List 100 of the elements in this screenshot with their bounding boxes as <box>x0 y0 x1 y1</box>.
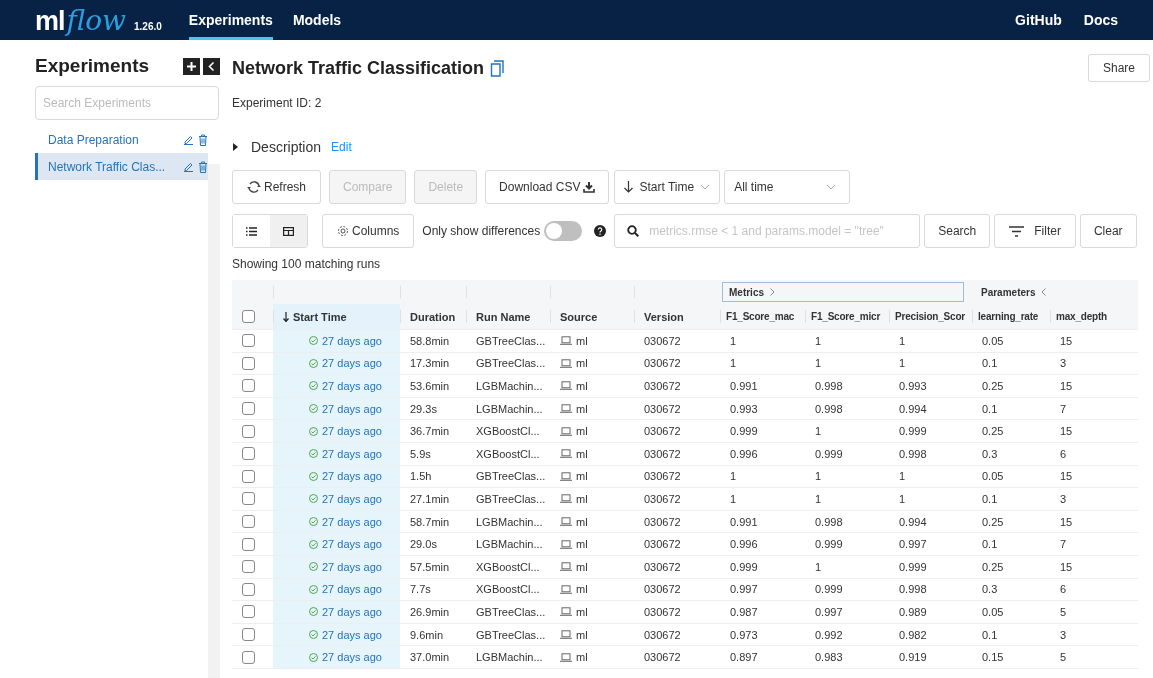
checkbox[interactable] <box>242 537 255 551</box>
run-name-link[interactable]: LGBMachin... <box>476 402 543 415</box>
run-name-link[interactable]: GBTreeClas... <box>476 357 546 370</box>
toolbar-button[interactable]: Refresh <box>232 170 322 204</box>
table-cell: 15 <box>1060 515 1073 528</box>
checkbox[interactable] <box>242 379 255 393</box>
nav-link[interactable]: GitHub <box>1015 12 1062 28</box>
logo-script[interactable]: flow <box>66 3 126 37</box>
run-name-link[interactable]: XGBoostCl... <box>476 447 540 460</box>
sort-select[interactable]: Start Time <box>614 170 721 204</box>
column-group-header[interactable]: Parameters <box>974 282 1048 302</box>
table-icon <box>283 226 294 236</box>
table-cell: 0.25 <box>982 515 1004 528</box>
nav-link[interactable]: Docs <box>1083 12 1118 28</box>
check-circle-icon <box>309 652 318 662</box>
checkbox[interactable] <box>242 424 255 438</box>
table-cell: 030672 <box>644 402 681 415</box>
table-cell: ml <box>576 560 588 573</box>
column-header[interactable]: max_depth <box>1056 311 1107 322</box>
search-field[interactable]: metrics.rmse < 1 and params.model = "tree" <box>614 214 921 248</box>
column-header[interactable]: learning_rate <box>978 311 1039 322</box>
check-circle-icon <box>309 539 318 549</box>
laptop-icon <box>560 584 572 594</box>
checkbox[interactable] <box>242 605 255 619</box>
run-name-link[interactable]: LGBMachin... <box>476 515 543 528</box>
table-cell: 9.6min <box>410 628 444 641</box>
nav-tab[interactable]: Experiments <box>188 0 273 40</box>
checkbox[interactable] <box>242 582 255 596</box>
check-circle-icon <box>309 562 318 572</box>
table-cell: 29.3s <box>410 402 437 415</box>
table-cell: 5 <box>1060 651 1067 664</box>
column-header[interactable]: Duration <box>410 310 456 323</box>
check-circle-icon <box>309 404 318 414</box>
logo-text[interactable]: ml <box>35 5 65 36</box>
table-cell: 0.15 <box>982 651 1004 664</box>
collapse-button[interactable] <box>203 57 220 75</box>
nav-tab[interactable]: Models <box>292 0 342 40</box>
refresh-icon <box>247 181 261 193</box>
run-name-link[interactable]: XGBoostCl... <box>476 560 540 573</box>
run-name-link[interactable]: XGBoostCl... <box>476 583 540 596</box>
run-name-link[interactable]: GBTreeClas... <box>476 492 546 505</box>
checkbox[interactable] <box>242 334 255 348</box>
share-button[interactable]: Share <box>1087 54 1150 82</box>
checkbox[interactable] <box>242 515 255 529</box>
column-header[interactable]: Precision_Scor <box>895 311 965 322</box>
checkbox[interactable] <box>242 628 255 641</box>
checkbox[interactable] <box>242 310 255 323</box>
checkbox[interactable] <box>242 402 255 416</box>
add-button[interactable] <box>183 57 200 75</box>
table-cell: 0.999 <box>730 425 758 438</box>
check-circle-icon <box>309 517 318 527</box>
table-cell: 0.1 <box>982 538 998 551</box>
table-cell: 15 <box>1060 470 1073 483</box>
run-name-link[interactable]: GBTreeClas... <box>476 470 546 483</box>
table-cell: 5.9s <box>410 447 431 460</box>
run-name-link[interactable]: LGBMachin... <box>476 538 543 551</box>
table-cell: 1 <box>899 492 906 505</box>
scrollbar-track[interactable] <box>208 164 220 678</box>
table-cell: 030672 <box>644 470 681 483</box>
run-name-link[interactable]: XGBoostCl... <box>476 425 540 438</box>
checkbox[interactable] <box>242 560 255 574</box>
table-cell: 0.3 <box>982 583 998 596</box>
pencil-icon <box>183 161 194 172</box>
run-name-link[interactable]: LGBMachin... <box>476 380 543 392</box>
view-toggle[interactable] <box>270 215 307 247</box>
check-circle-icon <box>309 630 318 639</box>
column-header[interactable]: F1_Score_mac <box>726 311 795 322</box>
columns-button[interactable]: Columns <box>322 214 415 248</box>
search-field[interactable]: Search Experiments <box>35 86 219 120</box>
column-header[interactable]: Run Name <box>476 310 531 323</box>
sidebar-item[interactable]: Network Traffic Clas... <box>35 153 208 180</box>
time-select[interactable]: All time <box>724 170 851 204</box>
column-header[interactable]: Start Time <box>293 310 347 323</box>
search-button[interactable]: Search <box>924 214 991 248</box>
run-name-link[interactable]: GBTreeClas... <box>476 628 546 641</box>
sidebar-item[interactable]: Data Preparation <box>35 126 208 153</box>
clear-button[interactable]: Clear <box>1079 214 1137 248</box>
checkbox[interactable] <box>242 492 255 506</box>
column-header[interactable]: F1_Score_micr <box>811 311 881 322</box>
table-cell: 1 <box>899 334 906 347</box>
checkbox[interactable] <box>242 356 255 370</box>
filter-button[interactable]: Filter <box>994 214 1076 248</box>
toolbar-button[interactable]: Download CSV <box>485 170 610 204</box>
plus-icon <box>186 60 197 72</box>
checkbox[interactable] <box>242 650 255 664</box>
chevron-right-icon <box>770 288 775 296</box>
sort-arrow-icon <box>283 311 289 322</box>
run-name-link[interactable]: GBTreeClas... <box>476 605 546 618</box>
column-group-header[interactable]: Metrics <box>722 282 964 302</box>
table-cell: 7.7s <box>410 583 431 596</box>
toggle-switch[interactable] <box>544 221 583 241</box>
column-header[interactable]: Version <box>644 310 684 323</box>
description-label[interactable]: Description <box>251 139 322 155</box>
check-circle-icon <box>309 449 318 459</box>
run-name-link[interactable]: GBTreeClas... <box>476 334 546 347</box>
run-name-link[interactable]: LGBMachin... <box>476 651 543 664</box>
column-header[interactable]: Source <box>560 310 598 323</box>
table-cell: ml <box>576 334 588 347</box>
checkbox[interactable] <box>242 447 255 461</box>
checkbox[interactable] <box>242 469 255 483</box>
